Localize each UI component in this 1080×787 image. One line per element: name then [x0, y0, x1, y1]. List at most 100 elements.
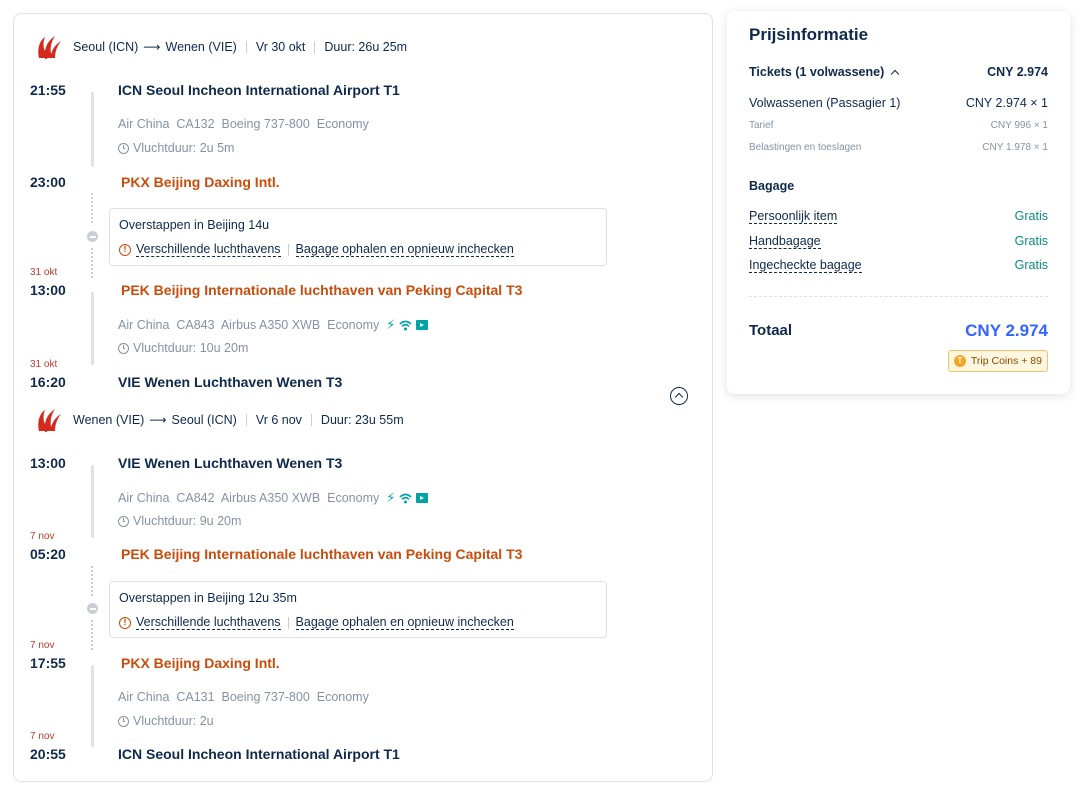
departure-airport: VIE Wenen Luchthaven Wenen T3 [118, 455, 343, 471]
different-airports-link[interactable]: Verschillende luchthavens [136, 242, 281, 257]
tickets-label: Tickets (1 volwassene) [749, 65, 885, 79]
trip-coins-text: Trip Coins + 89 [970, 355, 1042, 367]
clock-icon [118, 715, 129, 727]
divider [749, 296, 1048, 297]
layover-title: Overstappen in Beijing 12u 35m [119, 591, 297, 605]
baggage-personal-item-value: Gratis [1014, 209, 1048, 223]
price-info-panel: Prijsinformatie Tickets (1 volwassene) C… [727, 11, 1070, 394]
adult-value: CNY 2.974 × 1 [965, 96, 1048, 110]
flight-info: Air China CA132 Boeing 737-800 Economy [118, 117, 369, 131]
tax-value: CNY 1.978 × 1 [982, 142, 1048, 153]
flight-duration-text: Vluchtduur: 10u 20m [133, 341, 249, 355]
flight-info: Air China CA131 Boeing 737-800 Economy [118, 690, 369, 704]
flight-duration: Vluchtduur: 2u 5m [118, 141, 234, 155]
price-info-title: Prijsinformatie [749, 25, 869, 44]
total-price: CNY 2.974 [965, 321, 1048, 340]
arrival-time: 23:00 [30, 174, 66, 190]
flight-timeline [91, 465, 94, 538]
amenities: ⚡ [386, 317, 429, 333]
amenities: ⚡ [386, 490, 429, 506]
baggage-checked-value: Gratis [1014, 258, 1048, 272]
baggage-recheck-link[interactable]: Bagage ophalen en opnieuw inchecken [295, 242, 514, 257]
return-from: Wenen (VIE) [73, 413, 145, 427]
flight-info-text: Air China CA843 Airbus A350 XWB Economy [118, 318, 380, 332]
return-header: Wenen (VIE) ⟶ Seoul (ICN) Vr 6 nov Duur:… [73, 413, 404, 427]
arrival-date: 31 okt [30, 359, 58, 370]
wifi-icon [399, 320, 412, 330]
baggage-checked[interactable]: Ingecheckte bagage [749, 258, 862, 273]
flight-info: Air China CA842 Airbus A350 XWB Economy … [118, 490, 429, 506]
layover-dots [91, 566, 93, 596]
return-total-duration: Duur: 23u 55m [320, 413, 404, 427]
layover-dots [91, 620, 93, 650]
flight-duration-text: Vluchtduur: 2u 5m [133, 141, 235, 155]
divider [287, 243, 289, 256]
arrival-airport: PKX Beijing Daxing Intl. [121, 174, 280, 190]
baggage-recheck-link[interactable]: Bagage ophalen en opnieuw inchecken [295, 615, 514, 630]
warning-icon: ! [119, 243, 131, 256]
air-china-logo [38, 409, 61, 433]
arrival-time: 05:20 [30, 546, 66, 562]
power-icon: ⚡ [386, 317, 396, 332]
outbound-date: Vr 30 okt [255, 40, 306, 54]
divider [310, 414, 312, 426]
return-date: Vr 6 nov [255, 413, 302, 427]
collapse-chevron-up-icon[interactable] [670, 387, 688, 405]
outbound-total-duration: Duur: 26u 25m [324, 40, 408, 54]
baggage-hand[interactable]: Handbagage [749, 234, 821, 249]
transfer-icon [87, 231, 98, 242]
wifi-icon [399, 493, 412, 503]
outbound-from: Seoul (ICN) [73, 40, 139, 54]
trip-coins-badge: T Trip Coins + 89 [947, 350, 1048, 372]
layover-dots [91, 248, 93, 278]
flight-duration: Vluchtduur: 2u [118, 714, 214, 728]
adult-label: Volwassenen (Passagier 1) [749, 96, 901, 110]
tickets-toggle[interactable]: Tickets (1 volwassene) [749, 65, 900, 79]
flight-duration: Vluchtduur: 9u 20m [118, 514, 241, 528]
departure-date: 7 nov [30, 640, 55, 651]
arrow-right-icon: ⟶ [143, 40, 161, 54]
fare-value: CNY 996 × 1 [990, 120, 1048, 131]
power-icon: ⚡ [386, 490, 396, 505]
arrival-airport: PEK Beijing Internationale luchthaven va… [121, 546, 523, 562]
clock-icon [118, 342, 129, 354]
outbound-header: Seoul (ICN) ⟶ Wenen (VIE) Vr 30 okt Duur… [73, 40, 407, 54]
arrival-time: 16:20 [30, 374, 66, 390]
departure-time: 17:55 [30, 655, 66, 671]
arrival-date: 7 nov [30, 731, 55, 742]
layover-box: Overstappen in Beijing 12u 35m ! Verschi… [109, 581, 607, 638]
arrival-date: 7 nov [30, 531, 55, 542]
baggage-personal-item[interactable]: Persoonlijk item [749, 209, 838, 224]
baggage-hand-value: Gratis [1014, 234, 1048, 248]
tickets-total: CNY 2.974 [987, 65, 1048, 79]
total-label: Totaal [749, 322, 793, 339]
divider [287, 616, 289, 629]
layover-dots [91, 193, 93, 223]
layover-box: Overstappen in Beijing 14u ! Verschillen… [109, 208, 607, 266]
arrival-time: 20:55 [30, 746, 66, 762]
departure-airport: PEK Beijing Internationale luchthaven va… [121, 282, 523, 298]
flight-duration: Vluchtduur: 10u 20m [118, 341, 248, 355]
transfer-icon [87, 603, 98, 614]
clock-icon [118, 515, 129, 527]
coin-icon: T [953, 355, 966, 367]
clock-icon [118, 142, 129, 154]
different-airports-link[interactable]: Verschillende luchthavens [136, 615, 281, 630]
tax-label: Belastingen en toeslagen [749, 142, 862, 153]
departure-time: 13:00 [30, 282, 66, 298]
flight-timeline [91, 92, 94, 167]
entertainment-icon [416, 320, 429, 330]
departure-airport: PKX Beijing Daxing Intl. [121, 655, 280, 671]
divider [245, 414, 247, 426]
arrow-right-icon: ⟶ [149, 413, 167, 427]
entertainment-icon [416, 493, 429, 503]
flight-timeline [91, 292, 94, 365]
divider [245, 41, 247, 53]
outbound-to: Wenen (VIE) [165, 40, 237, 54]
departure-airport: ICN Seoul Incheon International Airport … [118, 82, 400, 98]
departure-time: 21:55 [30, 82, 66, 98]
divider [314, 41, 316, 53]
flight-duration-text: Vluchtduur: 2u [133, 714, 214, 728]
flight-timeline [91, 665, 94, 747]
layover-warnings: ! Verschillende luchthavens Bagage ophal… [119, 615, 514, 630]
